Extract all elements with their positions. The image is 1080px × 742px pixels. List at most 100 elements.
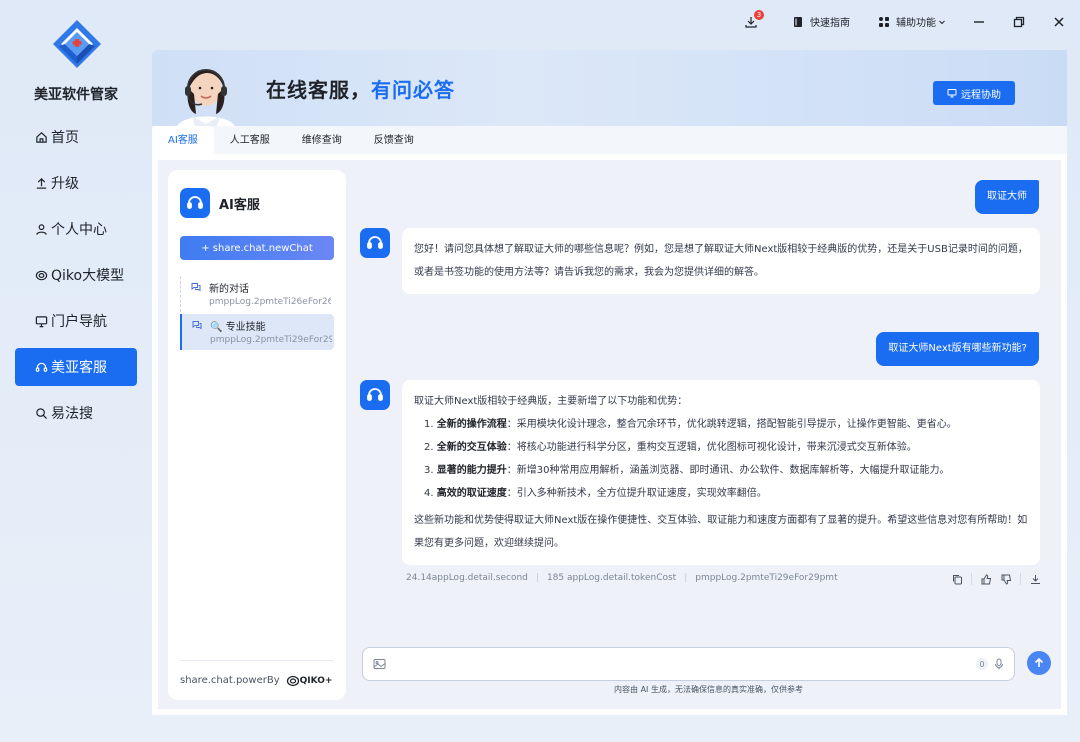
sidebar-item-qiko-model[interactable]: Qiko大模型	[15, 256, 137, 294]
aux-functions-dropdown[interactable]: 辅助功能	[878, 14, 946, 29]
headset-icon	[187, 196, 203, 209]
quick-guide-button[interactable]: 快速指南	[792, 14, 850, 29]
sidebar-item-label: 门户导航	[51, 314, 107, 330]
list-item-title: 全新的操作流程	[436, 419, 507, 430]
list-item-title: 显著的能力提升	[436, 465, 507, 476]
download-icon	[1030, 574, 1040, 584]
list-number: 1.	[424, 419, 434, 430]
titlebar: 3 快速指南 辅助功能	[716, 9, 1066, 29]
conversation-panel-header: AI客服	[180, 188, 260, 218]
headset-icon	[367, 236, 383, 249]
ai-disclaimer: 内容由 AI 生成，无法确保信息的真实准确，仅供参考	[614, 685, 803, 694]
conversation-panel-title: AI客服	[219, 197, 260, 213]
qiko-brand: QIKO+	[286, 675, 333, 687]
new-chat-button[interactable]: + share.chat.newChat	[180, 236, 334, 260]
list-item-text: ：采用模块化设计理念，整合冗余环节，优化跳转逻辑，搭配智能引导提示，让操作更智能…	[506, 419, 957, 430]
sidebar-item-label: 美亚客服	[51, 360, 107, 376]
powered-by-footer: share.chat.powerBy QIKO+	[180, 660, 334, 700]
list-number: 3.	[424, 465, 434, 476]
conversation-list: 新的对话 pmppLog.2pmteTi26eFor26p 🔍 专业技能 pmp…	[180, 276, 334, 352]
sidebar-item-label: 升级	[51, 176, 79, 192]
sidebar-item-law-search[interactable]: 易法搜	[15, 394, 137, 432]
list-number: 4.	[424, 488, 434, 499]
apps-icon	[879, 16, 889, 27]
chevron-down-icon	[939, 20, 945, 24]
tab-repair-query[interactable]: 维修查询	[286, 126, 358, 154]
restore-icon	[1013, 16, 1025, 27]
download-button[interactable]	[1025, 570, 1045, 588]
banner-title-part1: 在线客服，	[266, 78, 371, 102]
conversation-item[interactable]: 新的对话 pmppLog.2pmteTi26eFor26p	[180, 276, 334, 312]
tab-feedback-query[interactable]: 反馈查询	[358, 126, 430, 154]
tab-ai-service[interactable]: AI客服	[152, 126, 214, 154]
sidebar-nav: 首页 升级 个人中心 Qiko大模型 门户导航 美亚客服 易法搜	[15, 118, 137, 440]
like-button[interactable]	[976, 570, 996, 588]
meta-separator: |	[535, 573, 539, 583]
service-tabs: AI客服 人工客服 维修查询 反馈查询	[152, 126, 1067, 154]
feature-list: 1. 全新的操作流程：采用模块化设计理念，整合冗余环节，优化跳转逻辑，搭配智能引…	[414, 413, 1028, 505]
notification-badge: 3	[754, 9, 764, 20]
model-icon	[34, 268, 48, 282]
download-notifications-button[interactable]: 3	[744, 9, 764, 29]
minimize-icon	[974, 20, 984, 23]
customer-service-agent-icon	[177, 69, 235, 126]
restore-button[interactable]	[1012, 15, 1026, 29]
conversation-name: 🔍 专业技能	[210, 318, 334, 333]
copy-button[interactable]	[947, 570, 967, 588]
sidebar-item-customer-service[interactable]: 美亚客服	[15, 348, 137, 386]
main-content: AI客服 + share.chat.newChat 新的对话 pmppLog.2…	[152, 154, 1067, 715]
conversation-name: 新的对话	[209, 284, 249, 295]
chat-bubble-icon	[191, 283, 201, 292]
monitor-icon	[34, 314, 48, 328]
microphone-icon[interactable]	[994, 658, 1004, 670]
sidebar-item-portal[interactable]: 门户导航	[15, 302, 137, 340]
image-upload-icon[interactable]	[373, 658, 386, 670]
list-item: 1. 全新的操作流程：采用模块化设计理念，整合冗余环节，优化跳转逻辑，搭配智能引…	[424, 413, 1028, 436]
powered-by-label: share.chat.powerBy	[180, 675, 280, 686]
message-actions	[947, 570, 1045, 588]
sidebar-item-label: 易法搜	[51, 406, 93, 422]
conversation-name-text: 专业技能	[225, 322, 266, 333]
ai-service-avatar	[180, 188, 210, 218]
tab-human-service[interactable]: 人工客服	[214, 126, 286, 154]
thumbs-up-icon	[981, 573, 991, 584]
meta-separator: |	[684, 573, 688, 583]
conversation-subtitle: pmppLog.2pmteTi29eFor29p	[210, 335, 332, 345]
copy-icon	[952, 574, 962, 584]
brand-label: QIKO+	[299, 675, 333, 686]
remote-assist-button[interactable]: 远程协助	[933, 81, 1015, 105]
list-item-text: ：引入多种新技术，全方位提升取证速度，实现效率翻倍。	[506, 488, 767, 499]
quick-guide-label: 快速指南	[810, 18, 850, 29]
send-button[interactable]	[1027, 651, 1051, 675]
headset-icon	[34, 360, 48, 374]
sidebar-item-label: 个人中心	[51, 222, 107, 238]
token-cost: 185 appLog.detail.tokenCost	[546, 573, 677, 583]
close-button[interactable]	[1052, 15, 1066, 29]
actions-divider	[971, 573, 972, 585]
actions-divider	[1020, 573, 1021, 585]
conversation-panel: AI客服 + share.chat.newChat 新的对话 pmppLog.2…	[168, 170, 346, 700]
list-item-text: ：将核心功能进行科学分区，重构交互逻辑，优化图标可视化设计，带来沉浸式交互新体验…	[506, 442, 917, 453]
bot-message: 您好！请问您具体想了解取证大师的哪些信息呢？例如，您是想了解取证大师Next版相…	[402, 228, 1040, 294]
response-duration: 24.14appLog.detail.second	[406, 573, 528, 583]
sidebar-item-home[interactable]: 首页	[15, 118, 137, 156]
list-item-text: ：新增30种常用应用解析，涵盖浏览器、即时通讯、办公软件、数据库解析等，大幅提升…	[506, 465, 950, 476]
message-input[interactable]	[394, 658, 976, 670]
dislike-button[interactable]	[996, 570, 1016, 588]
minimize-button[interactable]	[972, 15, 986, 29]
list-item-title: 全新的交互体验	[436, 442, 507, 453]
magnifier-icon: 🔍	[210, 322, 223, 333]
aux-functions-label: 辅助功能	[896, 18, 936, 29]
sidebar: 美亚软件管家 首页 升级 个人中心 Qiko大模型 门户导航 美亚客服 易法搜	[0, 0, 152, 742]
sidebar-item-label: Qiko大模型	[51, 268, 125, 284]
sidebar-item-profile[interactable]: 个人中心	[15, 210, 137, 248]
user-message: 取证大师Next版有哪些新功能?	[876, 332, 1039, 366]
monitor-icon	[947, 89, 957, 98]
conversation-item[interactable]: 🔍 专业技能 pmppLog.2pmteTi29eFor29p	[180, 314, 334, 350]
list-item: 3. 显著的能力提升：新增30种常用应用解析，涵盖浏览器、即时通讯、办公软件、数…	[424, 459, 1028, 482]
qiko-logo-icon	[286, 675, 299, 686]
sidebar-item-upgrade[interactable]: 升级	[15, 164, 137, 202]
arrow-up-icon	[1034, 657, 1044, 667]
app-logo-icon	[53, 20, 101, 68]
home-icon	[34, 130, 48, 144]
